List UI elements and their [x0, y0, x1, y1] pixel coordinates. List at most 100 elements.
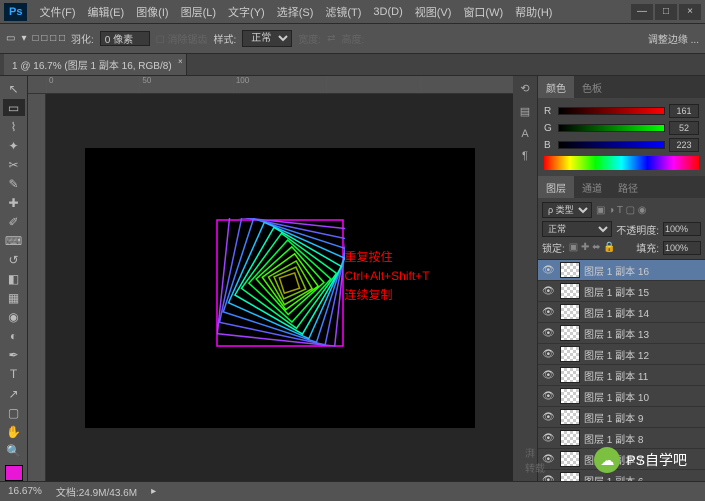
visibility-icon[interactable]: 👁: [542, 265, 556, 276]
path-tool-icon[interactable]: ↗: [3, 385, 25, 402]
foreground-color-swatch[interactable]: [5, 465, 23, 481]
fill-input[interactable]: [663, 241, 701, 255]
layer-row[interactable]: 👁 图层 1 副本 12: [538, 344, 705, 365]
opacity-input[interactable]: [663, 222, 701, 236]
visibility-icon[interactable]: 👁: [542, 475, 556, 482]
visibility-icon[interactable]: 👁: [542, 391, 556, 402]
g-input[interactable]: [669, 121, 699, 135]
brush-tool-icon[interactable]: ✐: [3, 213, 25, 230]
layer-row[interactable]: 👁图层 1 副本 10: [538, 386, 705, 407]
layer-row[interactable]: 👁图层 1 副本 15: [538, 281, 705, 302]
eyedropper-tool-icon[interactable]: ✎: [3, 175, 25, 192]
layer-row[interactable]: 👁 图层 1 副本 14: [538, 302, 705, 323]
color-spectrum[interactable]: [544, 156, 699, 170]
tab-swatches[interactable]: 色板: [574, 76, 610, 99]
close-tab-icon[interactable]: ×: [178, 57, 183, 66]
visibility-icon[interactable]: 👁: [542, 349, 556, 360]
history-brush-icon[interactable]: ↺: [3, 252, 25, 269]
menu-filter[interactable]: 滤镜(T): [319, 4, 367, 20]
right-panels: 颜色 色板 R G B 图层 通道 路径: [537, 76, 705, 481]
b-slider[interactable]: [558, 141, 665, 149]
layer-name: 图层 1 副本 8: [584, 431, 643, 446]
menu-layer[interactable]: 图层(L): [175, 4, 222, 20]
options-bar: ▭ ▾ □ □ □ □ 羽化: ☐ 消除锯齿 样式: 正常 宽度: ⇄ 高度: …: [0, 24, 705, 54]
stamp-tool-icon[interactable]: ⌨: [3, 233, 25, 250]
r-input[interactable]: [669, 104, 699, 118]
menu-view[interactable]: 视图(V): [409, 4, 458, 20]
menu-edit[interactable]: 编辑(E): [82, 4, 131, 20]
menu-select[interactable]: 选择(S): [271, 4, 320, 20]
visibility-icon[interactable]: 👁: [542, 328, 556, 339]
heal-tool-icon[interactable]: ✚: [3, 194, 25, 211]
tool-palette: ↖ ▭ ⌇ ✦ ✂ ✎ ✚ ✐ ⌨ ↺ ◧ ▦ ◉ ◐ ✒ T ↗ ▢ ✋ 🔍: [0, 76, 28, 481]
marquee-tool-icon[interactable]: ▭: [6, 33, 15, 44]
layer-thumbnail: [560, 262, 580, 278]
zoom-tool-icon[interactable]: 🔍: [3, 442, 25, 459]
menu-window[interactable]: 窗口(W): [457, 4, 509, 20]
crop-tool-icon[interactable]: ✂: [3, 156, 25, 173]
layer-name: 图层 1 副本 12: [584, 347, 649, 362]
visibility-icon[interactable]: 👁: [542, 370, 556, 381]
marquee-tool-icon[interactable]: ▭: [3, 99, 25, 116]
menu-image[interactable]: 图像(I): [130, 4, 174, 20]
style-label: 样式:: [214, 31, 237, 46]
layer-name: 图层 1 副本 14: [584, 305, 649, 320]
visibility-icon[interactable]: 👁: [542, 433, 556, 444]
layer-row[interactable]: 👁图层 1 副本 13: [538, 323, 705, 344]
visibility-icon[interactable]: 👁: [542, 412, 556, 423]
type-tool-icon[interactable]: T: [3, 366, 25, 383]
menu-help[interactable]: 帮助(H): [509, 4, 558, 20]
layer-row[interactable]: 👁 图层 1 副本 9: [538, 407, 705, 428]
pen-tool-icon[interactable]: ✒: [3, 347, 25, 364]
layer-thumbnail: [560, 409, 580, 425]
window-maximize[interactable]: □: [655, 4, 677, 20]
properties-icon[interactable]: ▤: [520, 105, 530, 118]
menu-file[interactable]: 文件(F): [33, 4, 81, 20]
layer-thumbnail: [560, 430, 580, 446]
hand-tool-icon[interactable]: ✋: [3, 423, 25, 440]
layer-thumbnail: [560, 346, 580, 362]
blur-tool-icon[interactable]: ◉: [3, 309, 25, 326]
tab-color[interactable]: 颜色: [538, 76, 574, 99]
move-tool-icon[interactable]: ↖: [3, 80, 25, 97]
layer-row[interactable]: 👁图层 1 副本 11: [538, 365, 705, 386]
layer-row[interactable]: 👁图层 1 副本 16: [538, 260, 705, 281]
b-input[interactable]: [669, 138, 699, 152]
document-tab[interactable]: 1 @ 16.7% (图层 1 副本 16, RGB/8)×: [4, 54, 187, 75]
layer-name: 图层 1 副本 6: [584, 473, 643, 482]
window-minimize[interactable]: —: [631, 4, 653, 20]
canvas[interactable]: 重复按住Ctrl+Alt+Shift+T 连续复制: [46, 94, 513, 481]
zoom-level[interactable]: 16.67%: [8, 486, 42, 497]
visibility-icon[interactable]: 👁: [542, 307, 556, 318]
layer-filter-select[interactable]: ρ 类型: [542, 202, 592, 218]
tab-layers[interactable]: 图层: [538, 176, 574, 199]
dodge-tool-icon[interactable]: ◐: [3, 328, 25, 345]
style-select[interactable]: 正常: [242, 30, 292, 47]
menu-type[interactable]: 文字(Y): [222, 4, 271, 20]
gradient-tool-icon[interactable]: ▦: [3, 290, 25, 307]
wand-tool-icon[interactable]: ✦: [3, 137, 25, 154]
layer-thumbnail: [560, 472, 580, 481]
wechat-icon: ☁: [594, 447, 620, 473]
char-icon[interactable]: A: [521, 128, 528, 140]
menu-3d[interactable]: 3D(D): [367, 6, 408, 18]
layer-row[interactable]: 👁 图层 1 副本 8: [538, 428, 705, 449]
tab-paths[interactable]: 路径: [610, 176, 646, 199]
eraser-tool-icon[interactable]: ◧: [3, 271, 25, 288]
g-slider[interactable]: [558, 124, 665, 132]
layer-name: 图层 1 副本 9: [584, 410, 643, 425]
window-close[interactable]: ×: [679, 4, 701, 20]
tab-channels[interactable]: 通道: [574, 176, 610, 199]
watermark: 湃转载: [525, 445, 545, 475]
r-slider[interactable]: [558, 107, 665, 115]
preset-icon[interactable]: ▾: [21, 33, 26, 44]
visibility-icon[interactable]: 👁: [542, 286, 556, 297]
history-icon[interactable]: ⟲: [520, 82, 529, 95]
lasso-tool-icon[interactable]: ⌇: [3, 118, 25, 135]
blend-mode-select[interactable]: 正常: [542, 221, 612, 237]
para-icon[interactable]: ¶: [522, 150, 528, 162]
shape-tool-icon[interactable]: ▢: [3, 404, 25, 421]
refine-edge-button[interactable]: 调整边缘 ...: [648, 31, 699, 46]
feather-input[interactable]: [100, 31, 150, 46]
ps-logo: Ps: [4, 3, 27, 21]
